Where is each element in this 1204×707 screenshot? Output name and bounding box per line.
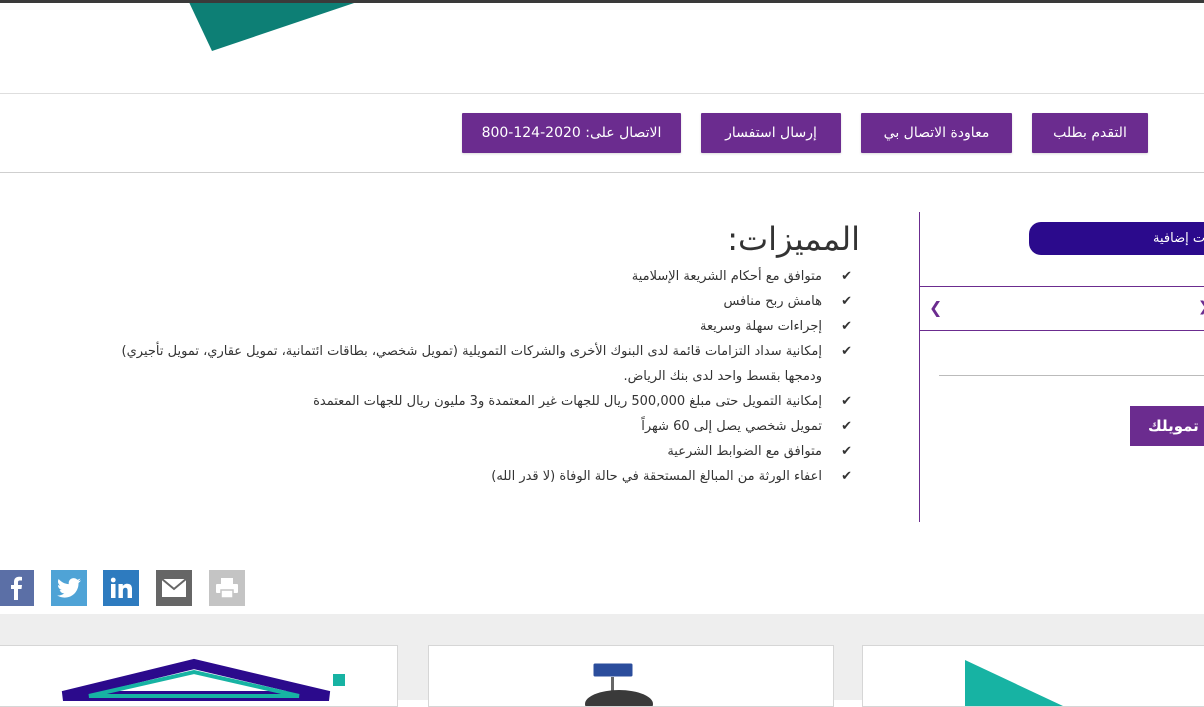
check-icon: ✔ <box>841 469 852 484</box>
check-icon: ✔ <box>841 319 852 334</box>
linkedin-icon[interactable] <box>103 570 139 606</box>
feature-item-continued: ودمجها بقسط واحد لدى بنك الرياض. <box>623 369 822 384</box>
sidebar-divider <box>920 330 1204 331</box>
chevron-right-icon[interactable]: ❯ <box>1198 300 1204 314</box>
feature-item: ✔ إمكانية سداد التزامات قائمة لدى البنوك … <box>60 339 860 364</box>
check-icon: ✔ <box>841 444 852 459</box>
street-sign-illustration <box>585 662 653 706</box>
site-header <box>0 3 1204 93</box>
call-button[interactable]: الاتصال على: 2020-124-800 <box>462 113 681 153</box>
feature-item: ✔ متوافق مع أحكام الشريعة الإسلامية <box>60 264 860 289</box>
check-icon: ✔ <box>841 344 852 359</box>
sidebar-border <box>919 212 920 522</box>
twitter-icon[interactable] <box>51 570 87 606</box>
email-icon[interactable] <box>156 570 192 606</box>
feature-item: ✔ متوافق مع الضوابط الشرعية <box>60 439 860 464</box>
feature-item: ✔ اعفاء الورثة من المبالغ المستحقة في حال… <box>60 464 860 489</box>
callback-button[interactable]: معاودة الاتصال بي <box>861 113 1012 153</box>
product-card[interactable] <box>428 645 834 707</box>
check-icon: ✔ <box>841 419 852 434</box>
apply-button[interactable]: التقدم بطلب <box>1032 113 1148 153</box>
feature-item: ✔ تمويل شخصي يصل إلى 60 شهراً <box>60 414 860 439</box>
sidebar-inner-divider <box>939 375 1204 376</box>
check-icon: ✔ <box>841 394 852 409</box>
facebook-icon[interactable] <box>0 570 34 606</box>
chevron-left-icon[interactable]: ❮ <box>929 298 942 317</box>
feature-item: ✔ هامش ربح منافس <box>60 289 860 314</box>
print-icon[interactable] <box>209 570 245 606</box>
check-icon: ✔ <box>841 269 852 284</box>
sidebar-cta-button[interactable]: تمويلك <box>1130 406 1204 446</box>
features-section: المميزات: ✔ متوافق مع أحكام الشريعة الإسل… <box>60 220 860 489</box>
product-card[interactable] <box>0 645 398 707</box>
sidebar-tab[interactable]: ت إضافية <box>1029 222 1204 255</box>
feature-item: ✔ إمكانية التمويل حتى مبلغ 500,000 ريال ل… <box>60 389 860 414</box>
action-bar: التقدم بطلب معاودة الاتصال بي إرسال استف… <box>0 94 1204 172</box>
house-illustration <box>61 658 345 701</box>
actions-divider <box>0 172 1204 173</box>
check-icon: ✔ <box>841 294 852 309</box>
features-list: ✔ متوافق مع أحكام الشريعة الإسلامية ✔ هامش… <box>60 264 860 489</box>
feature-item: ✔ إجراءات سهلة وسريعة <box>60 314 860 339</box>
product-card[interactable] <box>862 645 1204 707</box>
shape-illustration <box>965 660 1063 706</box>
features-title: المميزات: <box>727 220 860 258</box>
sidebar-divider <box>920 286 1204 287</box>
inquiry-button[interactable]: إرسال استفسار <box>701 113 841 153</box>
logo-shape <box>189 3 355 51</box>
